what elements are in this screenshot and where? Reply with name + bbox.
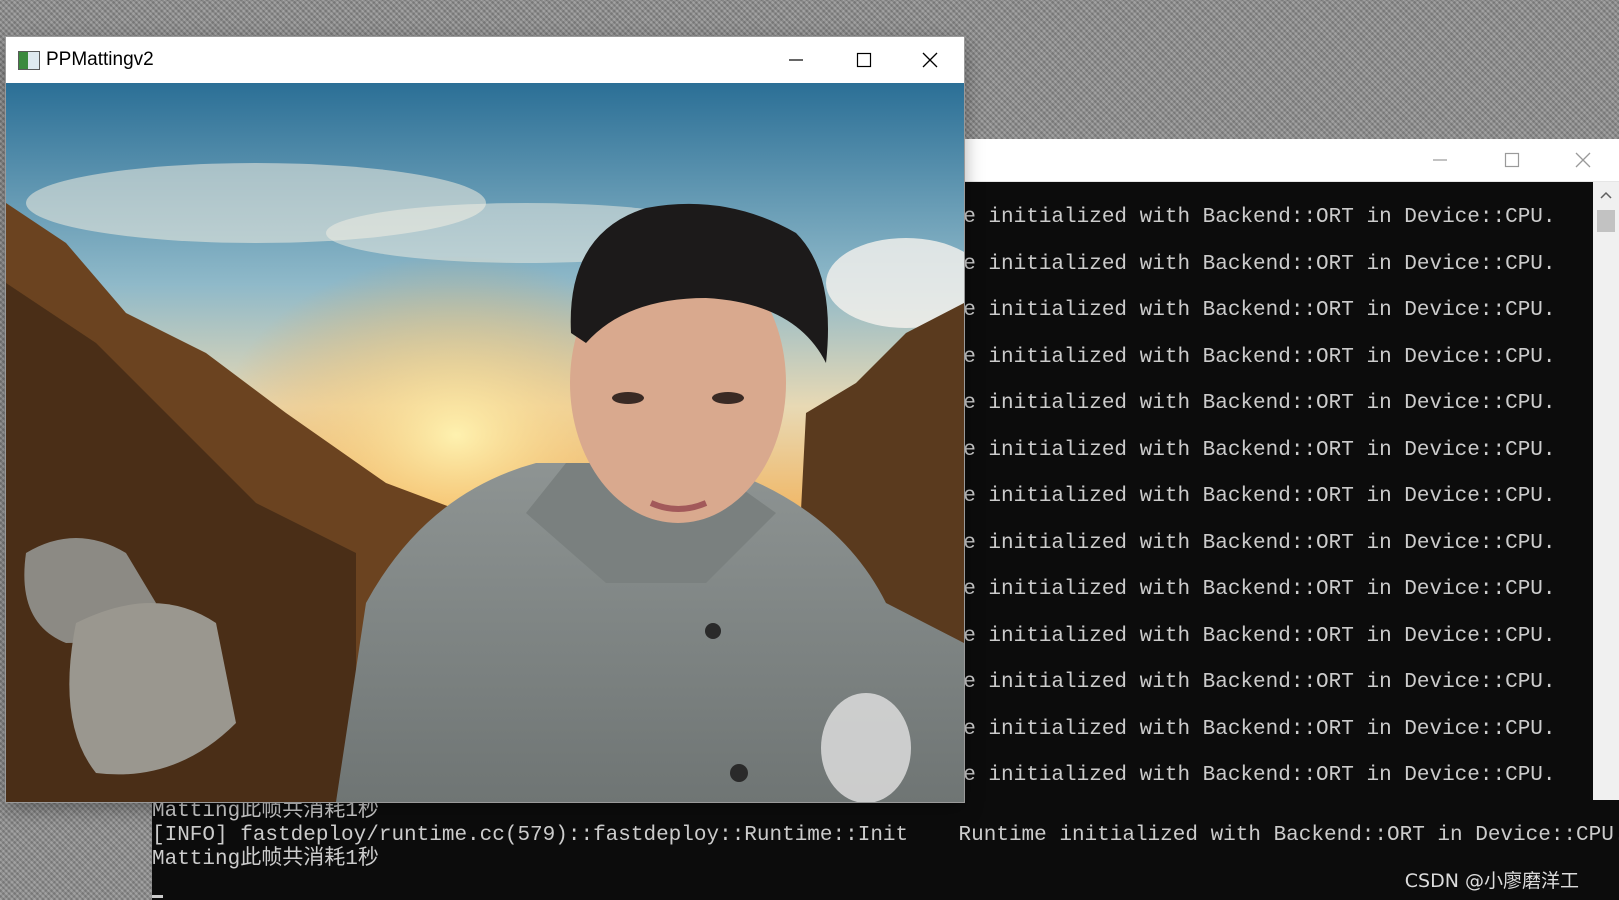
console-line: ime initialized with Backend::ORT in Dev… [938,531,1556,555]
vertical-scrollbar[interactable] [1593,182,1619,900]
watermark: CSDN @小廖磨洋工 [1404,870,1579,892]
console-line: ime initialized with Backend::ORT in Dev… [938,299,1556,322]
console-line: Matting此帧共消耗1秒 [152,848,379,871]
console-line: ime initialized with Backend::ORT in Dev… [938,764,1556,787]
console-line: ime initialized with Backend::ORT in Dev… [938,206,1556,229]
console-line: ime initialized with Backend::ORT in Dev… [938,392,1556,415]
close-icon [922,52,938,68]
console-line: ime initialized with Backend::ORT in Dev… [938,671,1556,694]
close-icon [1575,152,1591,168]
console-line: ime initialized with Backend::ORT in Dev… [938,485,1556,508]
console-line: ime initialized with Backend::ORT in Dev… [938,578,1556,601]
matting-output-image [6,83,964,802]
maximize-icon [1504,152,1520,168]
text-cursor [152,895,163,898]
console-line: [INFO] fastdeploy/runtime.cc(579)::fastd… [152,824,1619,847]
app-icon [18,51,40,70]
console-line: ime initialized with Backend::ORT in Dev… [938,717,1556,741]
matting-titlebar[interactable]: PPMattingv2 [6,37,964,83]
console-line: ime initialized with Backend::ORT in Dev… [938,438,1556,462]
console-output: ime initialized with Backend::ORT in Dev… [900,182,1593,900]
close-button[interactable] [896,37,964,83]
maximize-icon [856,52,872,68]
matting-window: PPMattingv2 [6,37,964,802]
maximize-button[interactable] [830,37,898,83]
minimize-button[interactable] [762,37,830,83]
console-output-bottom: Matting此帧共消耗1秒 [INFO] fastdeploy/runtime… [152,800,1619,900]
scroll-up-arrow-icon[interactable] [1593,182,1619,208]
console-window: ime initialized with Backend::ORT in Dev… [900,139,1619,900]
scroll-thumb[interactable] [1597,210,1615,232]
maximize-button[interactable] [1481,139,1543,181]
console-line: ime initialized with Backend::ORT in Dev… [938,345,1556,369]
console-line: ime initialized with Backend::ORT in Dev… [938,624,1556,648]
minimize-button[interactable] [1409,139,1471,181]
minimize-icon [1433,159,1447,161]
window-title: PPMattingv2 [46,49,154,70]
minimize-icon [789,59,803,61]
console-line: Matting此帧共消耗1秒 [152,800,379,823]
console-line: ime initialized with Backend::ORT in Dev… [938,252,1556,276]
composited-portrait-image [6,83,964,802]
console-titlebar[interactable] [900,139,1619,182]
close-button[interactable] [1552,139,1614,181]
